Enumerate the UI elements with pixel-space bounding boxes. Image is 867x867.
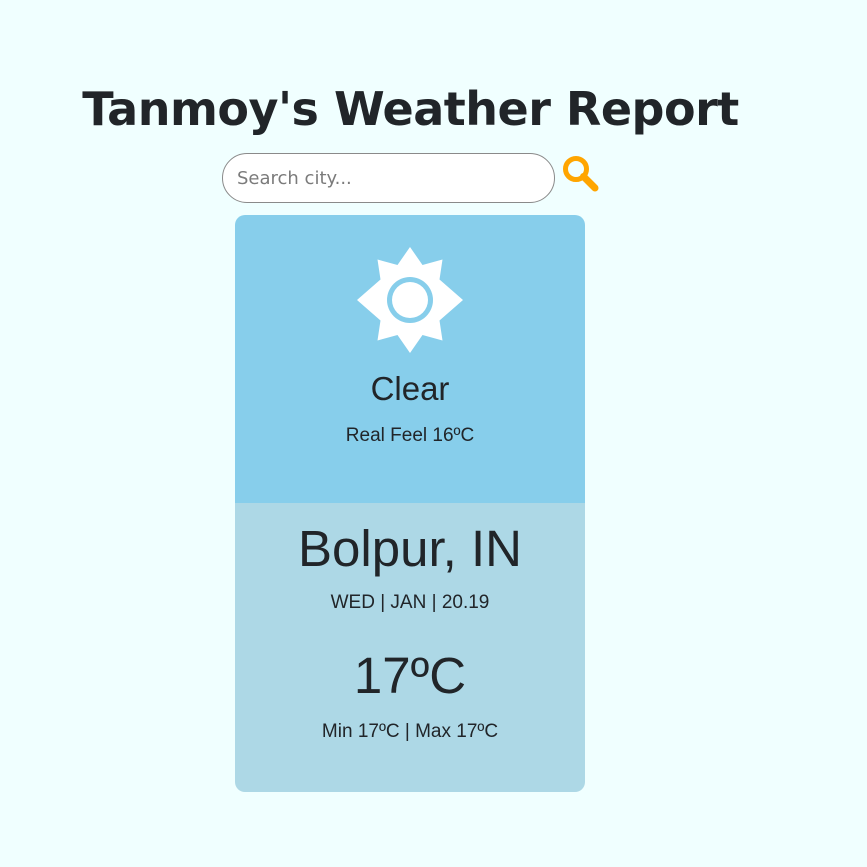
city-name: Bolpur, IN xyxy=(298,520,522,577)
weather-card: Clear Real Feel 16ºC Bolpur, IN WED | JA… xyxy=(235,215,585,792)
page-title: Tanmoy's Weather Report xyxy=(82,82,739,136)
date-label: WED | JAN | 20.19 xyxy=(330,592,490,613)
weather-condition: Clear xyxy=(370,370,450,407)
min-max-temperature: Min 17ºC | Max 17ºC xyxy=(321,721,499,742)
search-bar xyxy=(222,153,602,203)
weather-app: Tanmoy's Weather Report Clear Real Feel … xyxy=(0,0,867,867)
temperature: 17ºC xyxy=(353,647,467,704)
search-button[interactable] xyxy=(560,153,602,195)
weather-summary: Clear Real Feel 16ºC xyxy=(235,215,585,503)
real-feel: Real Feel 16ºC xyxy=(345,425,475,446)
weather-details: Bolpur, IN WED | JAN | 20.19 17ºC Min 17… xyxy=(235,503,585,792)
search-icon xyxy=(563,156,599,192)
sun-icon xyxy=(357,247,463,353)
search-input[interactable] xyxy=(222,153,555,203)
